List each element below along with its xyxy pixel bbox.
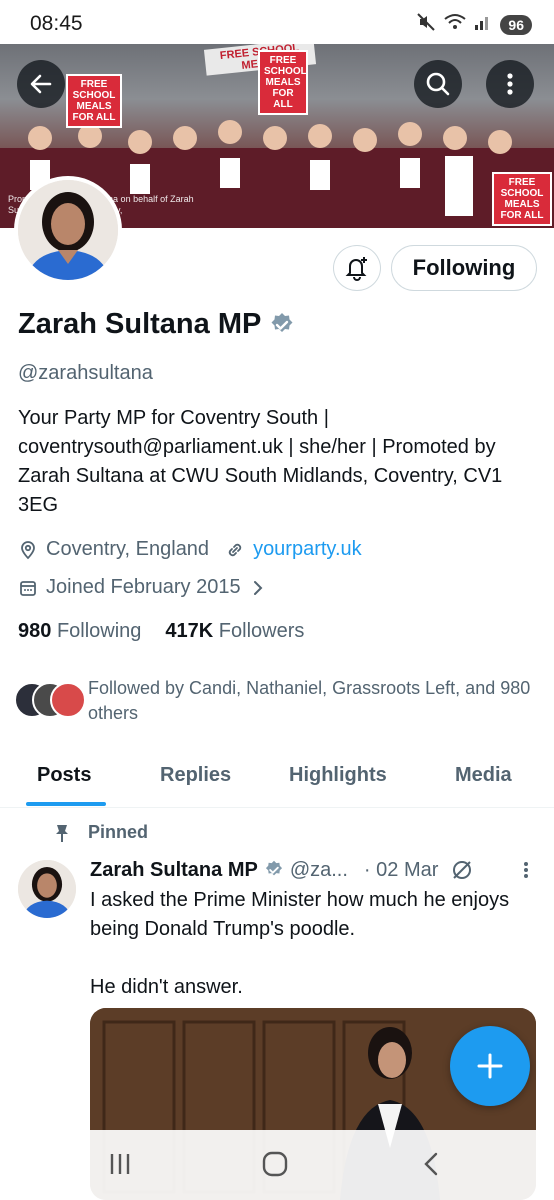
followers-label: Followers: [218, 620, 305, 642]
followed-by-section[interactable]: Followed by Candi, Nathaniel, Grassroots…: [14, 676, 538, 726]
banner-sign: FREE SCHOOL MEALS FOR ALL: [66, 74, 122, 128]
avatar: [50, 682, 86, 718]
compose-post-button[interactable]: [450, 1026, 530, 1106]
notifications-bell-button[interactable]: [333, 245, 381, 291]
tweet-author-handle[interactable]: @za...: [290, 859, 348, 882]
back-button[interactable]: [17, 60, 65, 108]
profile-location: Coventry, England: [46, 538, 210, 560]
followed-by-text: Followed by Candi, Nathaniel, Grassroots…: [88, 678, 531, 723]
plus-icon: [477, 1053, 503, 1079]
more-options-button[interactable]: [486, 60, 534, 108]
following-label: Following: [56, 620, 142, 642]
avatar: [18, 180, 118, 280]
more-vertical-icon: [507, 73, 513, 95]
recent-apps-icon: [110, 1154, 130, 1174]
more-vertical-icon: [524, 862, 528, 878]
display-name-text: Zarah Sultana MP: [18, 308, 262, 340]
profile-display-name: Zarah Sultana MP: [18, 308, 295, 341]
system-back-button[interactable]: [418, 1150, 446, 1183]
followers-count: 417K: [165, 620, 214, 642]
followers-stat[interactable]: 417K Followers: [165, 620, 304, 643]
back-chevron-icon: [424, 1152, 438, 1176]
active-tab-indicator: [26, 802, 106, 806]
banner-sign: FREE SCHOOL MEALS FOR ALL: [258, 50, 308, 115]
verified-badge-icon: [265, 860, 282, 876]
profile-bio: Your Party MP for Coventry South | coven…: [18, 407, 503, 516]
tab-replies[interactable]: Replies: [160, 764, 231, 787]
profile-joined-date: Joined February 2015: [46, 576, 241, 598]
profile-avatar[interactable]: [14, 176, 122, 284]
following-count: 980: [18, 620, 52, 642]
tweet-author-name[interactable]: Zarah Sultana MP: [90, 859, 258, 882]
mutual-follower-avatars: [14, 682, 86, 722]
search-button[interactable]: [414, 60, 462, 108]
recent-apps-button[interactable]: [106, 1150, 134, 1183]
banner-sign: FREE SCHOOL MEALS FOR ALL: [492, 172, 552, 226]
tweet-header: Zarah Sultana MP @za... · 02 Mar: [90, 858, 474, 882]
tab-posts[interactable]: Posts: [37, 764, 91, 787]
mute-icon: [416, 12, 436, 37]
home-icon: [262, 1151, 288, 1177]
profile-stats: 980 Following 417K Followers: [18, 620, 304, 643]
signal-icon: [474, 13, 492, 36]
following-button[interactable]: Following: [391, 245, 537, 291]
profile-meta-location-row: Coventry, England yourparty.uk: [18, 538, 362, 561]
tweet-text: I asked the Prime Minister how much he e…: [90, 889, 510, 998]
tweet-more-button[interactable]: [518, 858, 534, 887]
avatar-portrait-image: [18, 860, 76, 918]
chevron-right-icon: [251, 578, 265, 598]
profile-tabs: Posts Replies Highlights Media: [0, 748, 554, 808]
tab-highlights[interactable]: Highlights: [289, 764, 387, 787]
profile-handle: @zarahsultana: [18, 362, 153, 384]
home-button[interactable]: [261, 1150, 289, 1183]
verified-badge-icon[interactable]: [269, 312, 295, 338]
pin-icon: [56, 824, 68, 842]
grok-icon[interactable]: [450, 858, 474, 882]
location-pin-icon: [18, 540, 38, 560]
following-stat[interactable]: 980 Following: [18, 620, 141, 643]
tweet-author-avatar[interactable]: [18, 860, 76, 918]
tweet-date[interactable]: · 02 Mar: [364, 859, 438, 882]
battery-indicator: 96: [500, 14, 532, 35]
link-icon: [225, 540, 245, 560]
status-time: 08:45: [30, 12, 83, 35]
status-icons: 96: [416, 12, 532, 37]
wifi-icon: [444, 13, 467, 36]
status-bar: 08:45 96: [0, 0, 554, 44]
pinned-label: Pinned: [88, 822, 149, 842]
system-navigation-bar: [0, 1130, 554, 1200]
bell-plus-icon: [345, 257, 367, 281]
tab-media[interactable]: Media: [455, 764, 512, 787]
pinned-label-row: Pinned: [54, 822, 148, 843]
search-icon: [426, 72, 450, 96]
profile-website-link[interactable]: yourparty.uk: [253, 538, 362, 561]
calendar-icon: [18, 578, 38, 598]
back-arrow-icon: [30, 74, 52, 94]
avatar-portrait-image: [18, 180, 118, 280]
profile-meta-joined-row[interactable]: Joined February 2015: [18, 576, 273, 599]
